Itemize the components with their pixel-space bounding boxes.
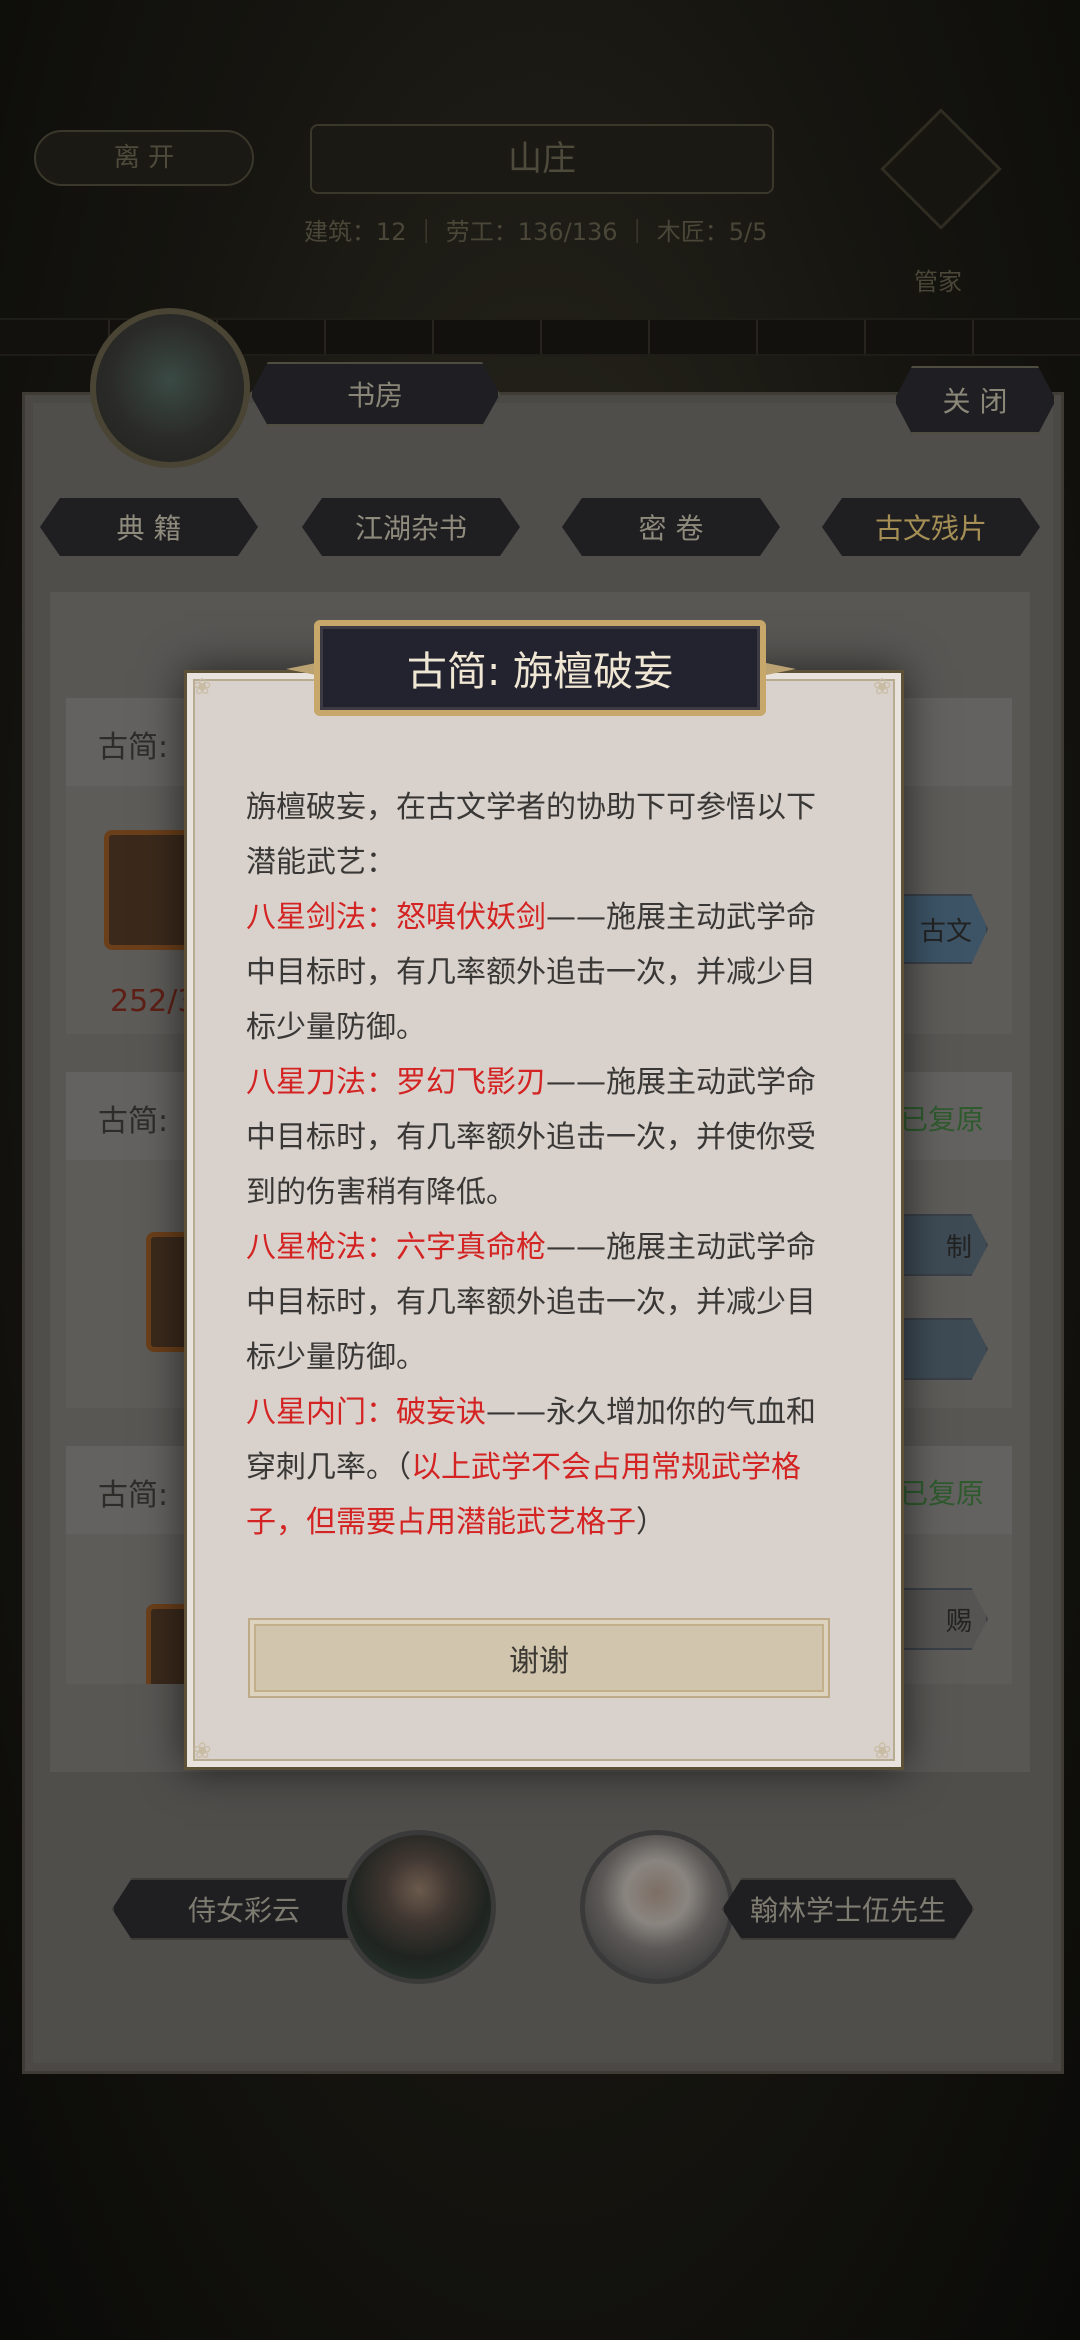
npc-scholar-name: 翰林学士伍先生 [722, 1878, 974, 1940]
intro-text: 旃檀破妄，在古文学者的协助下可参悟以下潜能武艺： [246, 790, 816, 880]
status-badge: 已复原 [899, 1477, 984, 1510]
corner-ornament: ❀ [873, 1739, 892, 1764]
scholar-avatar[interactable] [580, 1830, 734, 1984]
status-badge: 已复原 [899, 1103, 984, 1136]
corner-ornament: ❀ [873, 675, 892, 700]
corner-ornament: ❀ [193, 1739, 212, 1764]
room-building-icon [90, 308, 250, 468]
title-ornament-left [286, 659, 316, 679]
note-open-paren: （ [396, 1450, 411, 1485]
note-close-paren: ） [636, 1505, 666, 1540]
room-title: 书房 [250, 362, 500, 426]
corner-ornament: ❀ [193, 675, 212, 700]
manor-title: 山庄 [310, 124, 774, 194]
title-ornament-right [766, 659, 796, 679]
skill-name: 八星内门：破妄诀 [246, 1395, 486, 1430]
list-item-title: 古简: [98, 1478, 169, 1513]
manager-label: 管家 [914, 268, 962, 296]
close-button[interactable]: 关 闭 [894, 366, 1056, 434]
skill-name: 八星刀法：罗幻飞影刃 [246, 1065, 546, 1100]
manager-button[interactable]: 管家 [878, 108, 1002, 296]
skill-name: 八星枪法：六字真命枪 [246, 1230, 546, 1265]
npc-maid-name: 侍女彩云 [112, 1878, 376, 1940]
manor-stats: 建筑：12 ｜ 劳工：136/136 ｜ 木匠：5/5 [304, 218, 768, 246]
list-item-title: 古简: [98, 730, 169, 765]
tab-jianghu-books[interactable]: 江湖杂书 [302, 498, 520, 556]
tab-ancient-fragments[interactable]: 古文残片 [822, 498, 1040, 556]
dialog-title: 古简: 旃檀破妄 [314, 620, 766, 716]
leave-button[interactable]: 离 开 [34, 130, 254, 186]
tab-classics[interactable]: 典 籍 [40, 498, 258, 556]
skill-name: 八星剑法：怒嗔伏妖剑 [246, 900, 546, 935]
list-item-title: 古简: [98, 1104, 169, 1139]
thanks-button[interactable]: 谢谢 [248, 1618, 830, 1698]
manager-icon [880, 108, 1002, 230]
maid-avatar[interactable] [342, 1830, 496, 1984]
tab-secret-scrolls[interactable]: 密 卷 [562, 498, 780, 556]
dialog-description: 旃檀破妄，在古文学者的协助下可参悟以下潜能武艺： 八星剑法：怒嗔伏妖剑——施展主… [246, 780, 828, 1550]
